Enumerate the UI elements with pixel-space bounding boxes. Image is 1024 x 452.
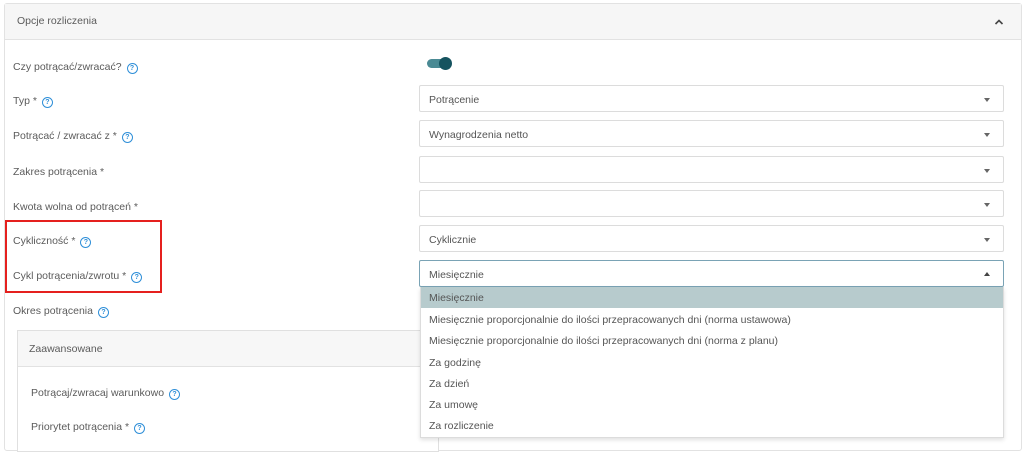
cycle-select-value: Miesięcznie [429, 269, 484, 281]
deduct-from-label: Potrącać / zwracać z *? [13, 130, 133, 143]
chevron-down-icon [984, 133, 990, 137]
range-label: Zakres potrącenia * [13, 166, 104, 178]
dropdown-option-label: Za godzinę [429, 357, 481, 369]
help-icon[interactable]: ? [134, 423, 146, 434]
conditional-label: Potrącaj/zwracaj warunkowo? [31, 387, 181, 400]
help-icon[interactable]: ? [169, 389, 181, 400]
help-icon[interactable]: ? [126, 63, 138, 74]
conditional-label-text: Potrącaj/zwracaj warunkowo [31, 387, 165, 399]
deduct-from-select[interactable]: Wynagrodzenia netto [419, 120, 1004, 147]
deduct-toggle-label-text: Czy potrącać/zwracać? [13, 61, 122, 73]
advanced-section: Zaawansowane Potrącaj/zwracaj warunkowo?… [17, 330, 439, 452]
period-label: Okres potrącenia? [13, 305, 109, 318]
dropdown-option[interactable]: Miesięcznie proporcjonalnie do ilości pr… [421, 330, 1003, 351]
type-select[interactable]: Potrącenie [419, 85, 1004, 112]
free-amount-select[interactable] [419, 190, 1004, 217]
dropdown-option-label: Za rozliczenie [429, 420, 494, 432]
deduct-toggle-label: Czy potrącać/zwracać?? [13, 61, 138, 74]
dropdown-option-label: Miesięcznie [429, 292, 484, 304]
dropdown-option-label: Za umowę [429, 399, 479, 411]
free-amount-label-text: Kwota wolna od potrąceń * [13, 201, 138, 213]
dropdown-option[interactable]: Za dzień [421, 373, 1003, 394]
dropdown-option[interactable]: Miesięcznie proporcjonalnie do ilości pr… [421, 309, 1003, 330]
cyclicity-select-value: Cyklicznie [429, 234, 477, 246]
help-icon[interactable]: ? [97, 307, 109, 318]
chevron-down-icon [984, 169, 990, 173]
dropdown-option[interactable]: Za umowę [421, 394, 1003, 415]
advanced-title: Zaawansowane [29, 343, 103, 355]
type-label-text: Typ * [13, 95, 37, 107]
dropdown-option[interactable]: Za rozliczenie [421, 415, 1003, 436]
help-icon[interactable]: ? [121, 132, 133, 143]
priority-label-text: Priorytet potrącenia * [31, 421, 130, 433]
cycle-dropdown-list: Miesięcznie Miesięcznie proporcjonalnie … [420, 287, 1004, 438]
highlight-box [5, 220, 162, 293]
type-label: Typ *? [13, 95, 53, 108]
chevron-up-icon [984, 272, 990, 276]
priority-label: Priorytet potrącenia *? [31, 421, 146, 434]
dropdown-option[interactable]: Za godzinę [421, 352, 1003, 373]
chevron-down-icon [984, 238, 990, 242]
dropdown-option-label: Miesięcznie proporcjonalnie do ilości pr… [429, 314, 791, 326]
dropdown-option-label: Miesięcznie proporcjonalnie do ilości pr… [429, 335, 779, 347]
advanced-header[interactable]: Zaawansowane [18, 331, 438, 367]
deduct-from-select-value: Wynagrodzenia netto [429, 129, 529, 141]
dropdown-option-label: Za dzień [429, 378, 470, 390]
free-amount-label: Kwota wolna od potrąceń * [13, 201, 138, 213]
range-select[interactable] [419, 156, 1004, 183]
period-label-text: Okres potrącenia [13, 305, 93, 317]
help-icon[interactable]: ? [41, 97, 53, 108]
chevron-up-icon[interactable] [991, 14, 1007, 30]
deduct-from-label-text: Potrącać / zwracać z * [13, 130, 117, 142]
type-select-value: Potrącenie [429, 94, 480, 106]
range-label-text: Zakres potrącenia * [13, 166, 105, 178]
cycle-select[interactable]: Miesięcznie [419, 260, 1004, 287]
panel-header[interactable]: Opcje rozliczenia [5, 4, 1021, 40]
deduct-toggle[interactable] [427, 57, 452, 71]
cyclicity-select[interactable]: Cyklicznie [419, 225, 1004, 252]
dropdown-option[interactable]: Miesięcznie [421, 287, 1003, 308]
panel-title: Opcje rozliczenia [17, 15, 97, 27]
chevron-down-icon [984, 98, 990, 102]
toggle-knob [439, 57, 452, 70]
chevron-down-icon [984, 203, 990, 207]
